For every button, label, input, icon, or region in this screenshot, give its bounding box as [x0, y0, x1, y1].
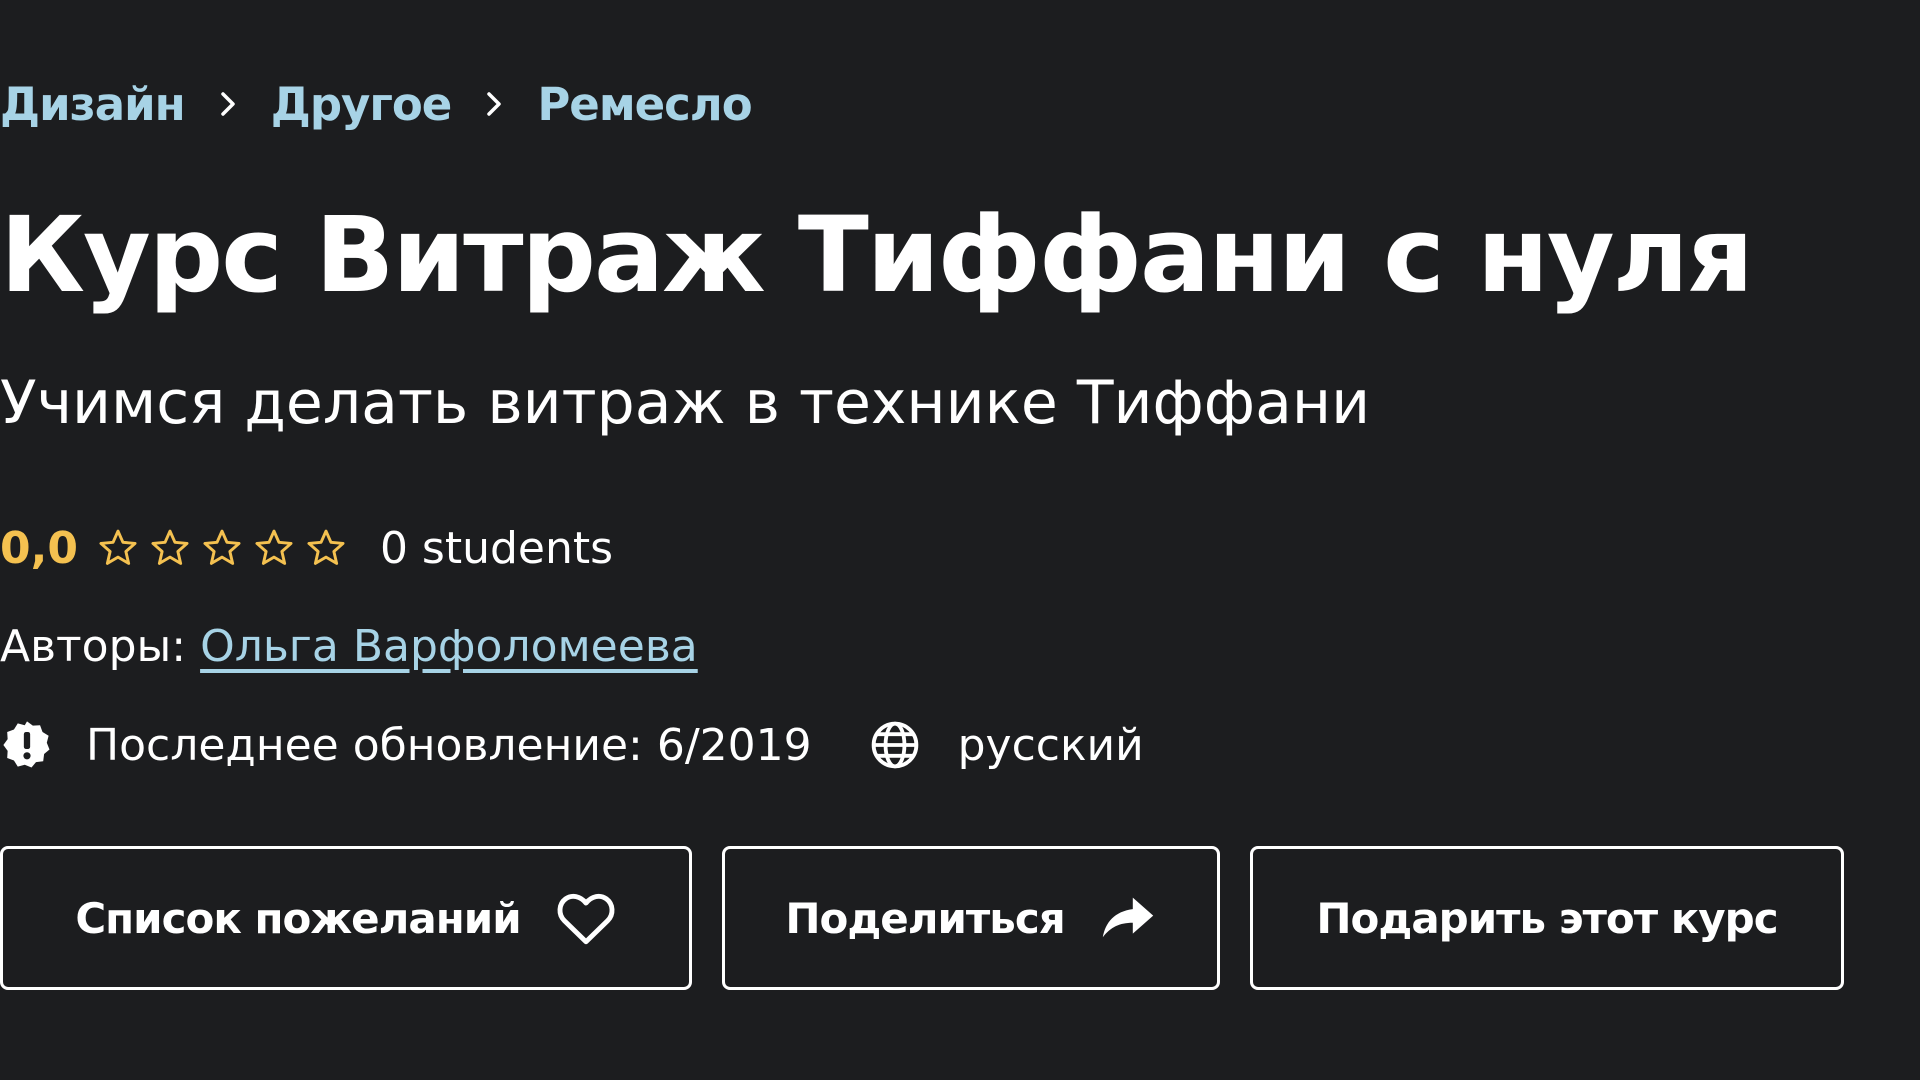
chevron-right-icon — [185, 91, 271, 117]
wishlist-button-label: Список пожеланий — [75, 893, 521, 943]
globe-icon — [868, 718, 922, 772]
course-subtitle: Учимся делать витраж в технике Тиффани — [0, 368, 1371, 438]
share-button[interactable]: Поделиться — [722, 846, 1220, 990]
course-meta: Последнее обновление: 6/2019 русский — [0, 715, 1144, 775]
course-language: русский — [957, 719, 1144, 771]
gift-course-button-label: Подарить этот курс — [1316, 893, 1778, 943]
star-rating — [96, 526, 348, 570]
gift-course-button[interactable]: Подарить этот курс — [1250, 846, 1844, 990]
breadcrumb-item-craft[interactable]: Ремесло — [537, 78, 752, 131]
wishlist-button[interactable]: Список пожеланий — [0, 846, 692, 990]
alert-badge-icon — [0, 718, 54, 772]
star-outline-icon — [252, 526, 296, 570]
course-title: Курс Витраж Тиффани с нуля — [0, 194, 1754, 316]
star-outline-icon — [96, 526, 140, 570]
breadcrumb-item-design[interactable]: Дизайн — [0, 78, 186, 131]
rating-value: 0,0 — [0, 522, 78, 574]
star-outline-icon — [200, 526, 244, 570]
share-button-label: Поделиться — [785, 893, 1065, 943]
authors-label: Авторы: — [0, 620, 187, 672]
author-link[interactable]: Ольга Варфоломеева — [200, 621, 698, 672]
star-outline-icon — [148, 526, 192, 570]
rating-row: 0,0 0 students — [0, 518, 613, 578]
course-header: Дизайн Другое Ремесло Курс Витраж Тиффан… — [0, 0, 1920, 1080]
star-outline-icon — [304, 526, 348, 570]
students-count: 0 students — [379, 522, 614, 574]
course-actions: Список пожеланий Поделиться Подарить это… — [0, 846, 1844, 990]
share-arrow-icon — [1099, 894, 1157, 942]
heart-icon — [555, 889, 617, 947]
authors-row: Авторы: Ольга Варфоломеева — [0, 616, 698, 676]
last-updated: Последнее обновление: 6/2019 — [86, 719, 812, 771]
breadcrumb-item-other[interactable]: Другое — [271, 78, 453, 131]
chevron-right-icon — [451, 91, 537, 117]
breadcrumb: Дизайн Другое Ремесло — [0, 72, 753, 136]
